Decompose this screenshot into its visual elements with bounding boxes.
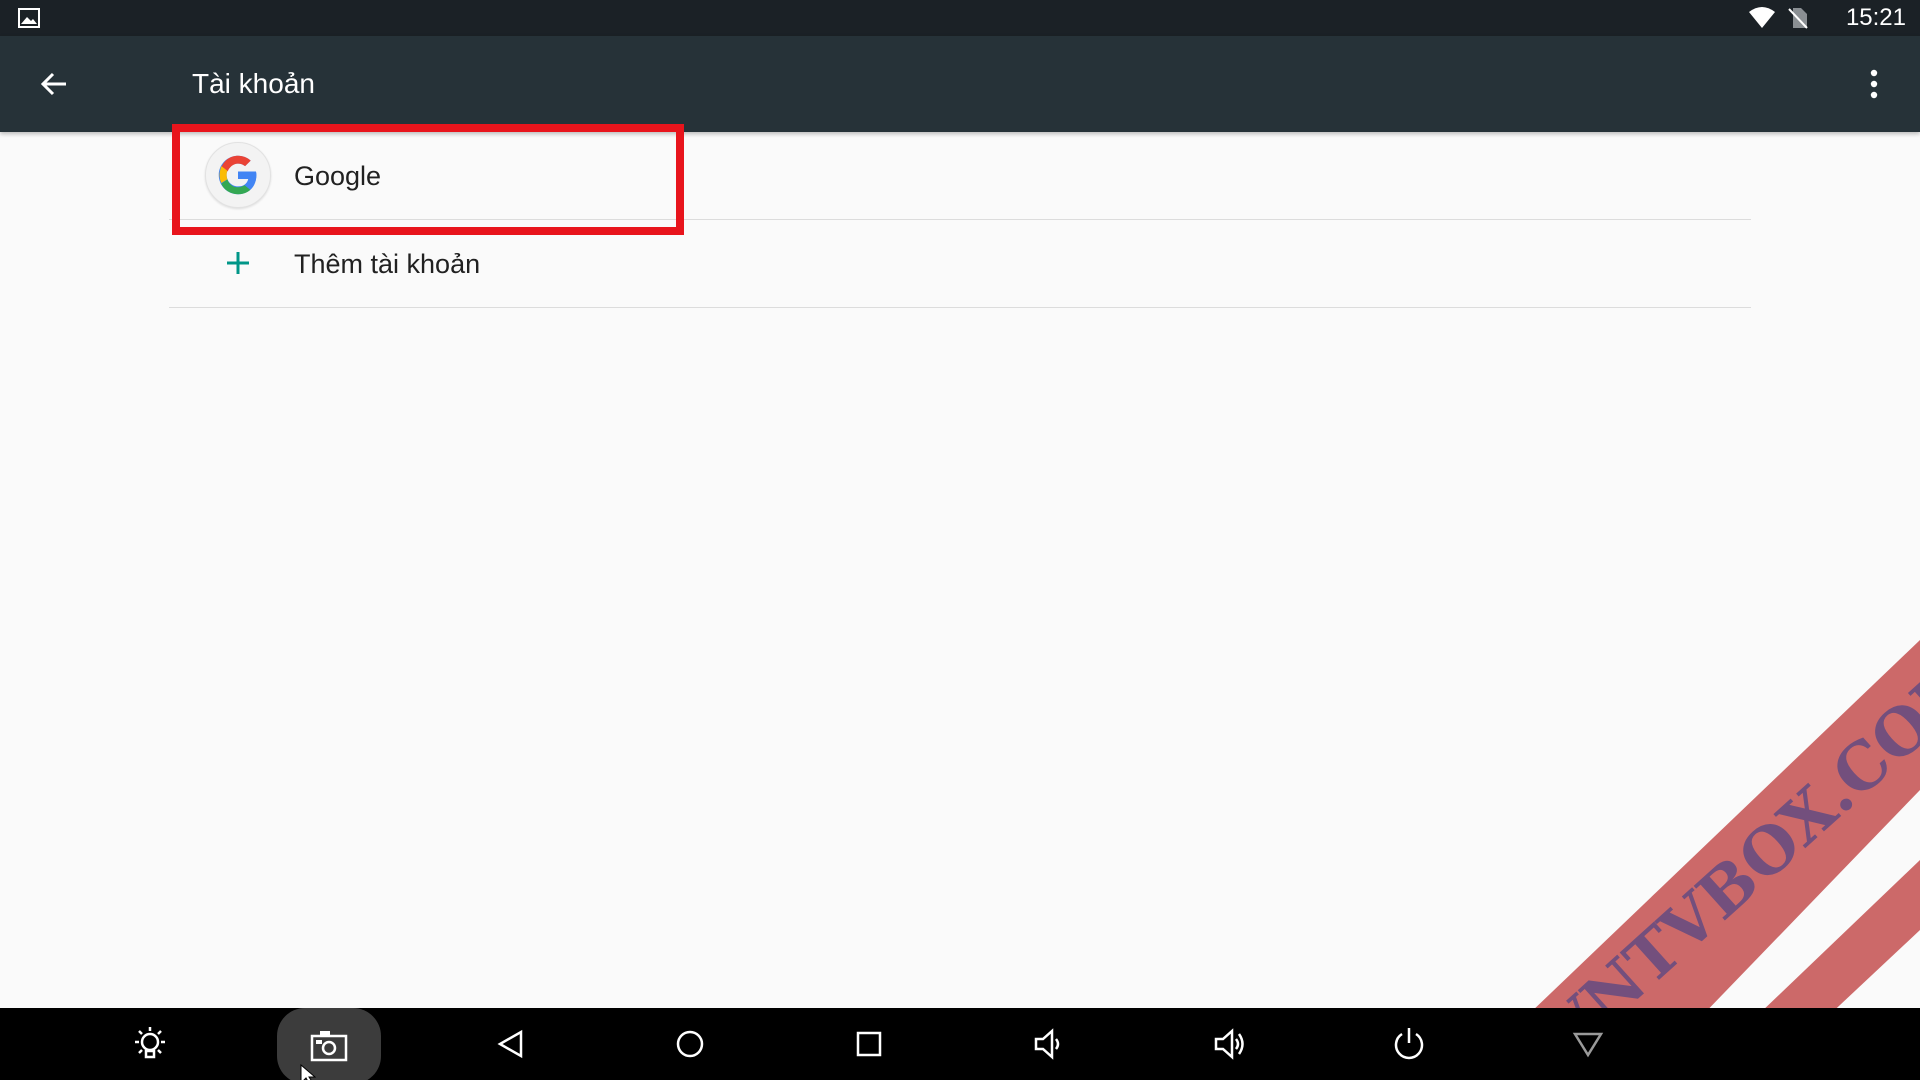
collapse-button[interactable] (1560, 1016, 1616, 1072)
recents-square-icon (856, 1031, 882, 1057)
power-button[interactable] (1381, 1016, 1437, 1072)
volume-down-button[interactable] (1020, 1016, 1076, 1072)
account-list: Google Thêm tài khoản (169, 132, 1751, 308)
add-icon-container (205, 230, 271, 296)
app-bar: Tài khoản (0, 36, 1920, 132)
plus-icon (227, 252, 249, 274)
wifi-icon (1749, 7, 1775, 28)
status-bar: 15:21 (0, 0, 1920, 36)
volume-up-button[interactable] (1202, 1016, 1258, 1072)
home-circle-icon (676, 1030, 704, 1058)
back-button[interactable] (30, 60, 78, 108)
brightness-button[interactable] (122, 1016, 178, 1072)
more-vert-icon (1870, 69, 1878, 99)
arrow-back-icon (40, 72, 66, 96)
image-notification-icon (18, 8, 40, 28)
no-sim-icon (1788, 8, 1808, 29)
status-clock: 15:21 (1845, 4, 1906, 31)
add-account-item[interactable]: Thêm tài khoản (169, 220, 1751, 308)
overflow-menu-button[interactable] (1852, 60, 1896, 108)
volume-down-icon (1034, 1028, 1060, 1060)
account-item-label: Google (294, 161, 382, 191)
brightness-icon (135, 1027, 165, 1059)
screenshot-button[interactable] (277, 1008, 381, 1080)
google-logo-icon (218, 155, 257, 195)
android-screen: 15:21 Tài khoản Google Thêm tài khoản VN… (0, 0, 1920, 1080)
navigation-bar (0, 1008, 1920, 1080)
volume-up-icon (1214, 1028, 1244, 1060)
recents-button[interactable] (841, 1016, 897, 1072)
account-icon (205, 142, 271, 208)
power-icon (1394, 1028, 1424, 1060)
home-button[interactable] (662, 1016, 718, 1072)
google-badge (205, 142, 271, 208)
account-item-google[interactable]: Google (169, 132, 1751, 220)
collapse-triangle-icon (1572, 1032, 1604, 1058)
screenshot-icon (310, 1031, 348, 1062)
back-triangle-icon (497, 1029, 523, 1059)
add-account-label: Thêm tài khoản (294, 249, 481, 279)
page-title: Tài khoản (192, 68, 315, 99)
nav-back-button[interactable] (482, 1016, 538, 1072)
